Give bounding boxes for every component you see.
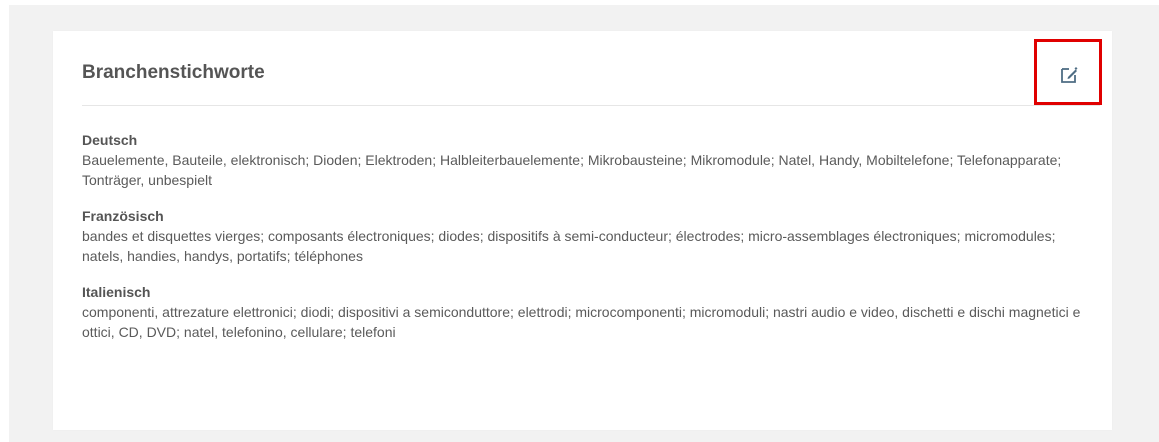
card-title: Branchenstichworte [82,62,265,83]
language-block-german: Deutsch Bauelemente, Bauteile, elektroni… [82,132,1100,190]
keywords-content: Deutsch Bauelemente, Bauteile, elektroni… [82,132,1100,360]
language-block-french: Französisch bandes et disquettes vierges… [82,208,1100,266]
edit-button[interactable] [1034,39,1102,105]
card-header: Branchenstichworte [82,31,1100,106]
language-keywords-italian: componenti, attrezature elettronici; dio… [82,304,1081,340]
industry-keywords-card: Branchenstichworte Deutsch Bauelemente, … [53,31,1112,430]
language-title-german: Deutsch [82,132,138,148]
page: Branchenstichworte Deutsch Bauelemente, … [0,0,1159,442]
language-keywords-german: Bauelemente, Bauteile, elektronisch; Dio… [82,152,1062,188]
edit-icon [1060,66,1078,84]
language-block-italian: Italienisch componenti, attrezature elet… [82,284,1100,342]
language-title-italian: Italienisch [82,284,151,300]
language-title-french: Französisch [82,208,164,224]
language-keywords-french: bandes et disquettes vierges; composants… [82,228,1056,264]
